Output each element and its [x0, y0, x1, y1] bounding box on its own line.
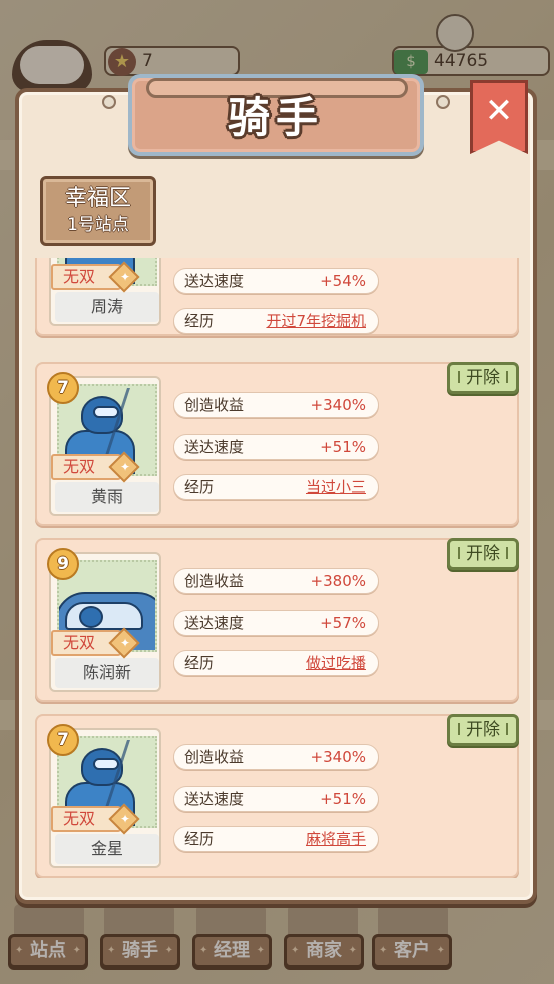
rider-name: 金星	[55, 834, 159, 864]
rider-card: 黄雨 无双 ✦ 7 创造收益 +340% 送达速度 +51% 经历 当过小三 开…	[35, 362, 519, 526]
speed-value: +54%	[320, 272, 366, 290]
panel-bolt	[436, 95, 450, 109]
district-name: 幸福区	[64, 186, 131, 211]
speed-value: +51%	[320, 438, 366, 456]
income-stat: 创造收益 +340%	[173, 392, 379, 418]
income-value: +340%	[310, 748, 366, 766]
speed-stat: 送达速度 +51%	[173, 434, 379, 460]
history-link[interactable]: 当过小三	[306, 475, 366, 499]
income-label: 创造收益	[184, 748, 245, 766]
speed-label: 送达速度	[184, 790, 245, 808]
sparkle-icon: ✦	[119, 812, 131, 826]
rider-portrait: 周涛 无双 ✦	[49, 258, 161, 326]
income-stat: 创造收益 +340%	[173, 744, 379, 770]
speed-label: 送达速度	[184, 614, 245, 632]
history-label: 经历	[184, 654, 215, 672]
rider-card: 陈润新 无双 ✦ 9 创造收益 +380% 送达速度 +57% 经历 做过吃播 …	[35, 538, 519, 702]
rider-portrait: 黄雨 无双 ✦ 7	[47, 372, 161, 516]
rider-name: 陈润新	[55, 658, 159, 688]
station-number: 1号站点	[67, 215, 129, 235]
rider-name: 周涛	[55, 292, 159, 322]
sparkle-icon: ✦	[119, 636, 131, 650]
income-value: +380%	[310, 572, 366, 590]
income-label: 创造收益	[184, 572, 245, 590]
helmet-icon	[79, 606, 103, 628]
fork-knife-close-icon[interactable]: ✕	[470, 84, 528, 140]
speed-stat: 送达速度 +54%	[173, 268, 379, 294]
income-label: 创造收益	[184, 396, 245, 414]
district-badge[interactable]: 幸福区 1号站点	[40, 176, 156, 246]
speed-stat: 送达速度 +51%	[173, 786, 379, 812]
history-link[interactable]: 麻将高手	[306, 827, 366, 851]
rider-card: 金星 无双 ✦ 7 创造收益 +340% 送达速度 +51% 经历 麻将高手 开…	[35, 714, 519, 878]
visor-icon	[93, 758, 119, 770]
history-stat: 经历 开过7年挖掘机	[173, 308, 379, 334]
rider-portrait: 金星 无双 ✦ 7	[47, 724, 161, 868]
history-stat: 经历 做过吃播	[173, 650, 379, 676]
history-link[interactable]: 做过吃播	[306, 651, 366, 675]
car-window	[65, 602, 143, 630]
speed-value: +51%	[320, 790, 366, 808]
speed-value: +57%	[320, 614, 366, 632]
history-label: 经历	[184, 312, 215, 330]
level-badge: 9	[47, 548, 79, 580]
history-label: 经历	[184, 830, 215, 848]
history-stat: 经历 麻将高手	[173, 826, 379, 852]
income-value: +340%	[310, 396, 366, 414]
sparkle-icon: ✦	[119, 460, 131, 474]
history-stat: 经历 当过小三	[173, 474, 379, 500]
history-link[interactable]: 开过7年挖掘机	[266, 309, 366, 333]
income-stat: 创造收益 +380%	[173, 568, 379, 594]
sparkle-icon: ✦	[119, 270, 131, 284]
fire-button[interactable]: 开除	[447, 362, 519, 394]
rider-name: 黄雨	[55, 482, 159, 512]
fire-button[interactable]: 开除	[447, 714, 519, 746]
speed-stat: 送达速度 +57%	[173, 610, 379, 636]
panel-bolt	[102, 95, 116, 109]
panel-title: 骑手	[227, 93, 324, 142]
fire-button[interactable]: 开除	[447, 538, 519, 570]
speed-label: 送达速度	[184, 272, 245, 290]
visor-icon	[93, 406, 119, 418]
speed-label: 送达速度	[184, 438, 245, 456]
level-badge: 7	[47, 724, 79, 756]
rider-portrait: 陈润新 无双 ✦ 9	[47, 548, 161, 692]
rider-list[interactable]: 周涛 无双 ✦ 送达速度 +54% 经历 开过7年挖掘机 黄雨 无双 ✦ 7 创…	[19, 258, 533, 878]
rider-card: 周涛 无双 ✦ 送达速度 +54% 经历 开过7年挖掘机	[35, 258, 519, 336]
history-label: 经历	[184, 478, 215, 496]
level-badge: 7	[47, 372, 79, 404]
